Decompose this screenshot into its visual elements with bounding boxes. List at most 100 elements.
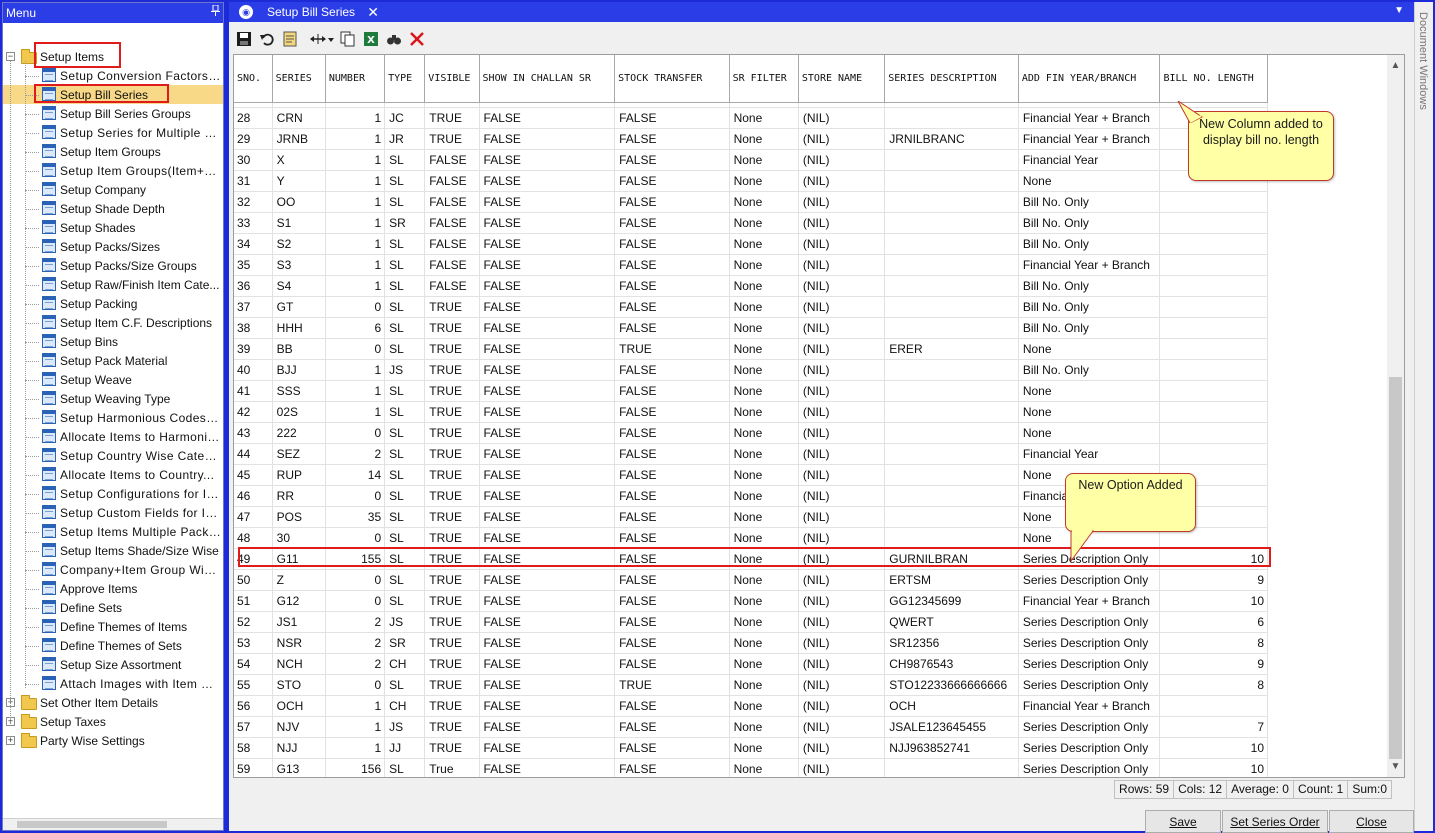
grid-vertical-scrollbar[interactable]: ▲ ▼ (1387, 55, 1404, 777)
table-cell[interactable]: TRUE (424, 422, 480, 444)
table-cell[interactable] (884, 275, 1019, 297)
table-cell[interactable] (884, 317, 1019, 339)
menu-item-allocate-items-to-harmonio[interactable]: Allocate Items to Harmonio... (3, 427, 223, 446)
table-cell[interactable]: None (729, 695, 799, 717)
table-cell[interactable]: FALSE (479, 443, 616, 465)
table-cell[interactable]: FALSE (479, 632, 616, 654)
table-cell[interactable]: SL (384, 443, 426, 465)
table-cell[interactable]: Bill No. Only (1018, 296, 1161, 318)
menu-item-setup-bill-series[interactable]: Setup Bill Series (3, 85, 223, 104)
table-cell[interactable]: SL (384, 170, 426, 192)
table-cell[interactable] (884, 527, 1019, 549)
table-cell[interactable]: STO12233666666666 (884, 674, 1019, 696)
table-cell[interactable]: (NIL) (798, 737, 886, 759)
table-cell[interactable]: FALSE (479, 149, 616, 171)
table-cell[interactable]: SL (384, 401, 426, 423)
table-cell[interactable]: NJV (272, 716, 326, 738)
menu-item-setup-packing[interactable]: Setup Packing (3, 294, 223, 313)
excel-export-icon[interactable]: X (361, 29, 381, 49)
table-cell[interactable]: FALSE (614, 548, 730, 570)
table-cell[interactable]: FALSE (479, 653, 616, 675)
table-cell[interactable]: 50 (234, 569, 273, 591)
table-cell[interactable]: 1 (325, 107, 386, 129)
menu-item-setup-pack-material[interactable]: Setup Pack Material (3, 351, 223, 370)
table-cell[interactable]: FALSE (479, 422, 616, 444)
menu-item-setup-configurations-for-ite[interactable]: Setup Configurations for Ite... (3, 484, 223, 503)
table-cell[interactable]: SL (384, 464, 426, 486)
table-cell[interactable]: HHH (272, 317, 326, 339)
table-cell[interactable]: JRNB (272, 128, 326, 150)
table-cell[interactable]: 57 (234, 716, 273, 738)
table-cell[interactable]: FALSE (479, 695, 616, 717)
table-cell[interactable]: 33 (234, 212, 273, 234)
table-cell[interactable]: ERTSM (884, 569, 1019, 591)
table-cell[interactable]: None (729, 380, 799, 402)
table-cell[interactable]: None (729, 569, 799, 591)
table-cell[interactable]: (NIL) (798, 212, 886, 234)
table-cell[interactable]: FALSE (614, 737, 730, 759)
menu-item-setup-items-shade-size-wise[interactable]: Setup Items Shade/Size Wise (3, 541, 223, 560)
table-cell[interactable]: (NIL) (798, 569, 886, 591)
menu-item-setup-item-groups-item-si[interactable]: Setup Item Groups(Item+Si... (3, 161, 223, 180)
table-cell[interactable]: 48 (234, 527, 273, 549)
table-cell[interactable]: JS1 (272, 611, 326, 633)
table-cell[interactable]: 1 (325, 401, 386, 423)
copy-icon[interactable] (338, 29, 358, 49)
table-cell[interactable] (884, 170, 1019, 192)
table-cell[interactable]: (NIL) (798, 191, 886, 213)
table-row[interactable]: 44 SEZ 2 SL TRUE FALSE FALSE None (NIL) Financial… (234, 443, 1268, 465)
table-cell[interactable]: (NIL) (798, 275, 886, 297)
table-cell[interactable]: TRUE (424, 611, 480, 633)
table-cell[interactable]: TRUE (424, 632, 480, 654)
table-cell[interactable]: 8 (1159, 632, 1268, 654)
table-cell[interactable] (1159, 443, 1268, 465)
table-cell[interactable] (884, 422, 1019, 444)
menu-item-setup-item-c-f-descriptions[interactable]: Setup Item C.F. Descriptions (3, 313, 223, 332)
table-cell[interactable]: None (729, 296, 799, 318)
menu-item-setup-series-for-multiple-br[interactable]: Setup Series for Multiple Br... (3, 123, 223, 142)
table-cell[interactable]: JJ (384, 737, 426, 759)
table-cell[interactable]: 10 (1159, 548, 1268, 570)
table-cell[interactable]: FALSE (614, 128, 730, 150)
column-header[interactable]: SR FILTER (729, 55, 799, 103)
table-cell[interactable]: 155 (325, 548, 386, 570)
table-cell[interactable]: 29 (234, 128, 273, 150)
table-cell[interactable]: Series Description Only (1018, 674, 1161, 696)
table-row[interactable]: 30 X 1 SL FALSE FALSE FALSE None (NIL) Financial … (234, 149, 1268, 171)
table-cell[interactable] (1159, 338, 1268, 360)
table-cell[interactable]: FALSE (614, 590, 730, 612)
table-cell[interactable]: None (729, 359, 799, 381)
table-row[interactable]: 43 222 0 SL TRUE FALSE FALSE None (NIL) None (234, 422, 1268, 444)
table-cell[interactable]: JR (384, 128, 426, 150)
table-cell[interactable]: (NIL) (798, 758, 886, 777)
table-cell[interactable]: TRUE (424, 107, 480, 129)
table-cell[interactable]: None (729, 422, 799, 444)
table-cell[interactable]: FALSE (479, 737, 616, 759)
table-cell[interactable]: FALSE (479, 506, 616, 528)
table-cell[interactable]: QWERT (884, 611, 1019, 633)
table-cell[interactable]: FALSE (479, 590, 616, 612)
table-cell[interactable]: 1 (325, 380, 386, 402)
table-cell[interactable]: 49 (234, 548, 273, 570)
table-cell[interactable] (1159, 254, 1268, 276)
table-cell[interactable]: (NIL) (798, 254, 886, 276)
table-cell[interactable]: None (1018, 380, 1161, 402)
menu-item-setup-raw-finish-item-cate[interactable]: Setup Raw/Finish Item Cate... (3, 275, 223, 294)
table-cell[interactable]: (NIL) (798, 128, 886, 150)
table-cell[interactable]: 6 (1159, 611, 1268, 633)
menu-item-setup-shade-depth[interactable]: Setup Shade Depth (3, 199, 223, 218)
table-cell[interactable]: (NIL) (798, 527, 886, 549)
table-row[interactable]: 49 G11 155 SL TRUE FALSE FALSE None (NIL) GURNILB… (234, 548, 1268, 570)
table-cell[interactable]: 0 (325, 485, 386, 507)
table-cell[interactable] (884, 149, 1019, 171)
table-cell[interactable]: SR (384, 632, 426, 654)
table-cell[interactable]: CH (384, 695, 426, 717)
table-cell[interactable]: None (729, 254, 799, 276)
table-row[interactable]: 35 S3 1 SL FALSE FALSE FALSE None (NIL) Financial… (234, 254, 1268, 276)
table-cell[interactable] (1159, 296, 1268, 318)
table-cell[interactable]: TRUE (424, 443, 480, 465)
table-cell[interactable] (884, 506, 1019, 528)
menu-item-setup-packs-size-groups[interactable]: Setup Packs/Size Groups (3, 256, 223, 275)
table-cell[interactable]: 36 (234, 275, 273, 297)
table-cell[interactable]: True (424, 758, 480, 777)
